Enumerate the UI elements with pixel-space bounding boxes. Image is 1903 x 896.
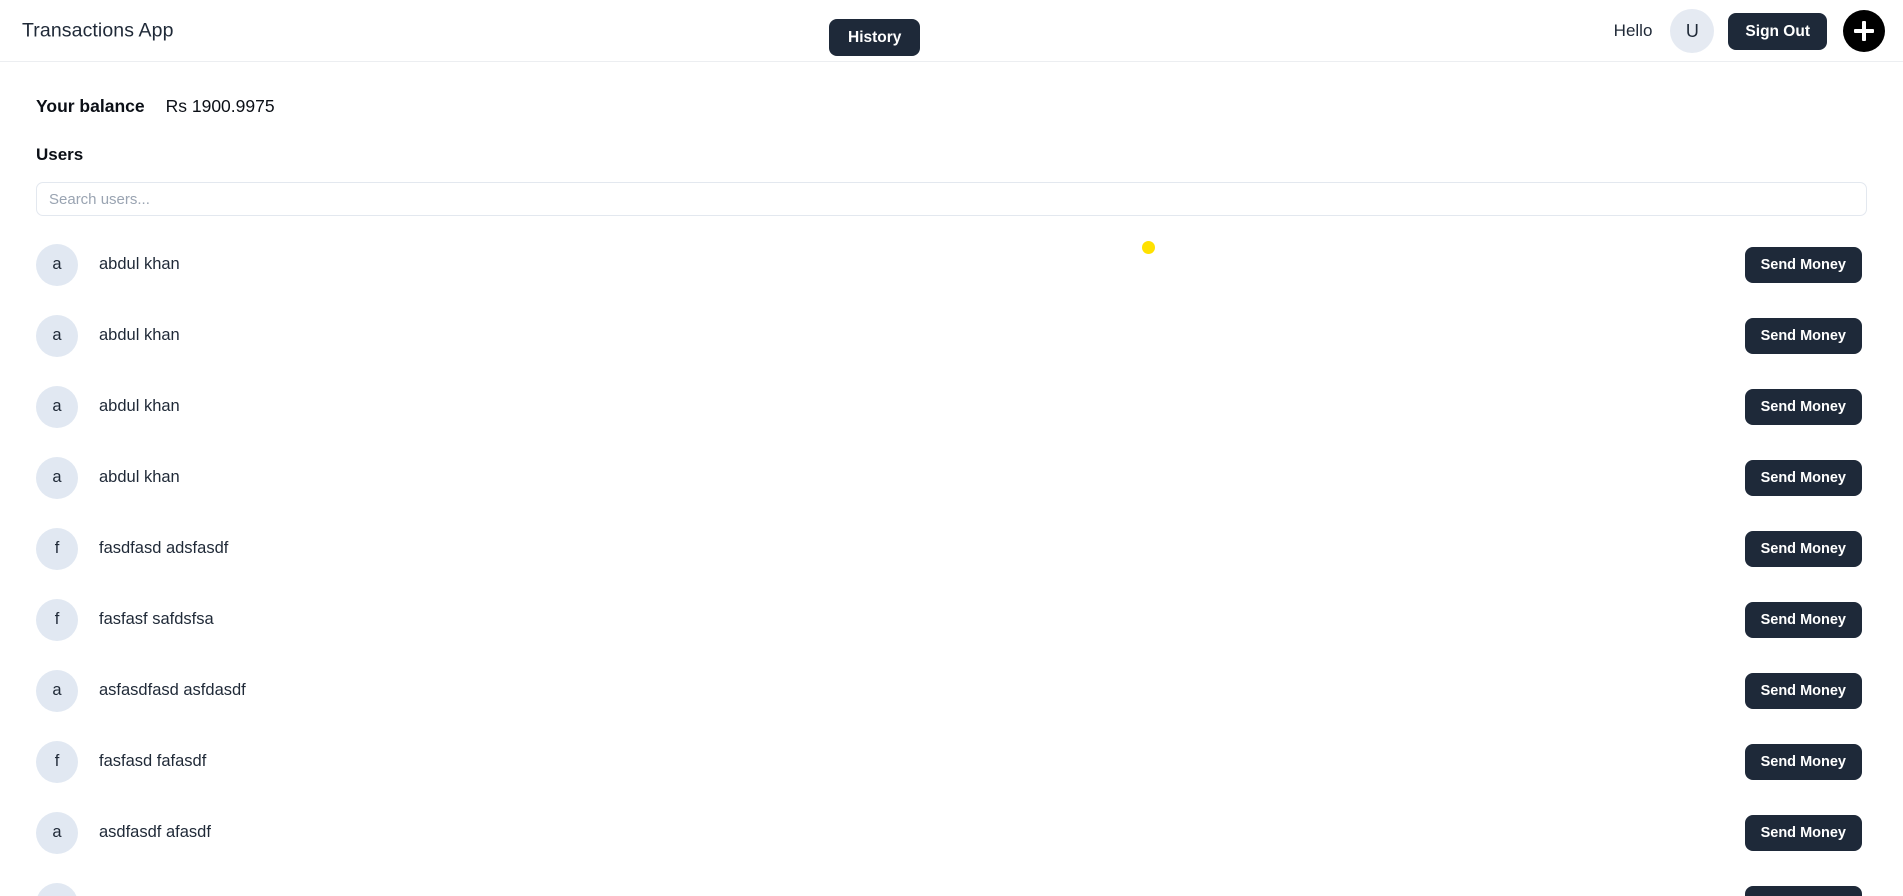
send-money-button[interactable]: Send Money xyxy=(1744,672,1862,709)
user-row: f fasfasd fafasdf Send Money xyxy=(36,726,1867,797)
user-row: a asfasdfasd asfdasdf Send Money xyxy=(36,655,1867,726)
send-money-button[interactable]: Send Money xyxy=(1744,388,1862,425)
balance-value: Rs 1900.9975 xyxy=(165,96,275,116)
user-row: a abdul khan Send Money xyxy=(36,229,1867,300)
header-actions: Hello U Sign Out xyxy=(1614,0,1903,62)
user-avatar-icon: f xyxy=(36,598,78,641)
search-input[interactable] xyxy=(36,182,1867,216)
user-avatar-icon: a xyxy=(36,385,78,428)
user-avatar-icon: f xyxy=(36,740,78,783)
send-money-button[interactable]: Send Money xyxy=(1744,246,1862,283)
sign-out-button[interactable]: Sign Out xyxy=(1728,12,1827,50)
send-money-button[interactable]: Send Money xyxy=(1744,814,1862,851)
user-avatar-icon: a xyxy=(36,314,78,357)
user-row: a abdul khan Send Money xyxy=(36,371,1867,442)
app-header: Transactions App History Hello U Sign Ou… xyxy=(0,0,1903,62)
send-money-button[interactable]: Send Money xyxy=(1744,317,1862,354)
user-row: f fasdfasd adsfasdf Send Money xyxy=(36,513,1867,584)
send-money-button[interactable]: Send Money xyxy=(1744,601,1862,638)
balance-row: Your balance Rs 1900.9975 xyxy=(36,96,1867,117)
send-money-button[interactable]: Send Money xyxy=(1744,885,1862,896)
user-name: fasfasf safdsfsa xyxy=(99,610,214,628)
user-name: abdul khan xyxy=(99,326,180,344)
user-avatar-icon: a xyxy=(36,669,78,712)
user-name: abdul khan xyxy=(99,255,180,273)
user-row: f fasfasf safdsfsa Send Money xyxy=(36,584,1867,655)
user-avatar[interactable]: U xyxy=(1670,9,1715,53)
app-title: Transactions App xyxy=(22,19,174,41)
user-avatar-icon: a xyxy=(36,243,78,286)
user-row: a abdul khan Send Money xyxy=(36,442,1867,513)
user-avatar-icon: a xyxy=(36,456,78,499)
send-money-button[interactable]: Send Money xyxy=(1744,743,1862,780)
user-avatar-icon: a xyxy=(36,882,78,896)
plus-icon[interactable] xyxy=(1843,10,1885,52)
user-name: asfasdfasd asfdasdf xyxy=(99,681,246,699)
balance-label: Your balance xyxy=(36,96,145,116)
user-row: aasdfasd fasdfasSend Money xyxy=(36,868,1867,896)
user-row: a asdfasdf afasdf Send Money xyxy=(36,797,1867,868)
send-money-button[interactable]: Send Money xyxy=(1744,530,1862,567)
user-name: fasfasd fafasdf xyxy=(99,752,207,770)
user-list: a abdul khan Send Money a abdul khan Send Mon… xyxy=(36,229,1867,896)
user-name: fasdfasd adsfasdf xyxy=(99,539,229,557)
history-button[interactable]: History xyxy=(829,19,921,56)
user-name: abdul khan xyxy=(99,397,180,415)
page-content: Your balance Rs 1900.9975 Users a abdul k… xyxy=(0,96,1903,896)
user-row: a abdul khan Send Money xyxy=(36,300,1867,371)
user-avatar-icon: a xyxy=(36,811,78,854)
user-avatar-icon: f xyxy=(36,527,78,570)
greeting-text: Hello xyxy=(1613,21,1653,40)
user-name: abdul khan xyxy=(99,468,180,486)
users-heading: Users xyxy=(36,145,84,164)
send-money-button[interactable]: Send Money xyxy=(1744,459,1862,496)
user-name: asdfasdf afasdf xyxy=(99,823,211,841)
